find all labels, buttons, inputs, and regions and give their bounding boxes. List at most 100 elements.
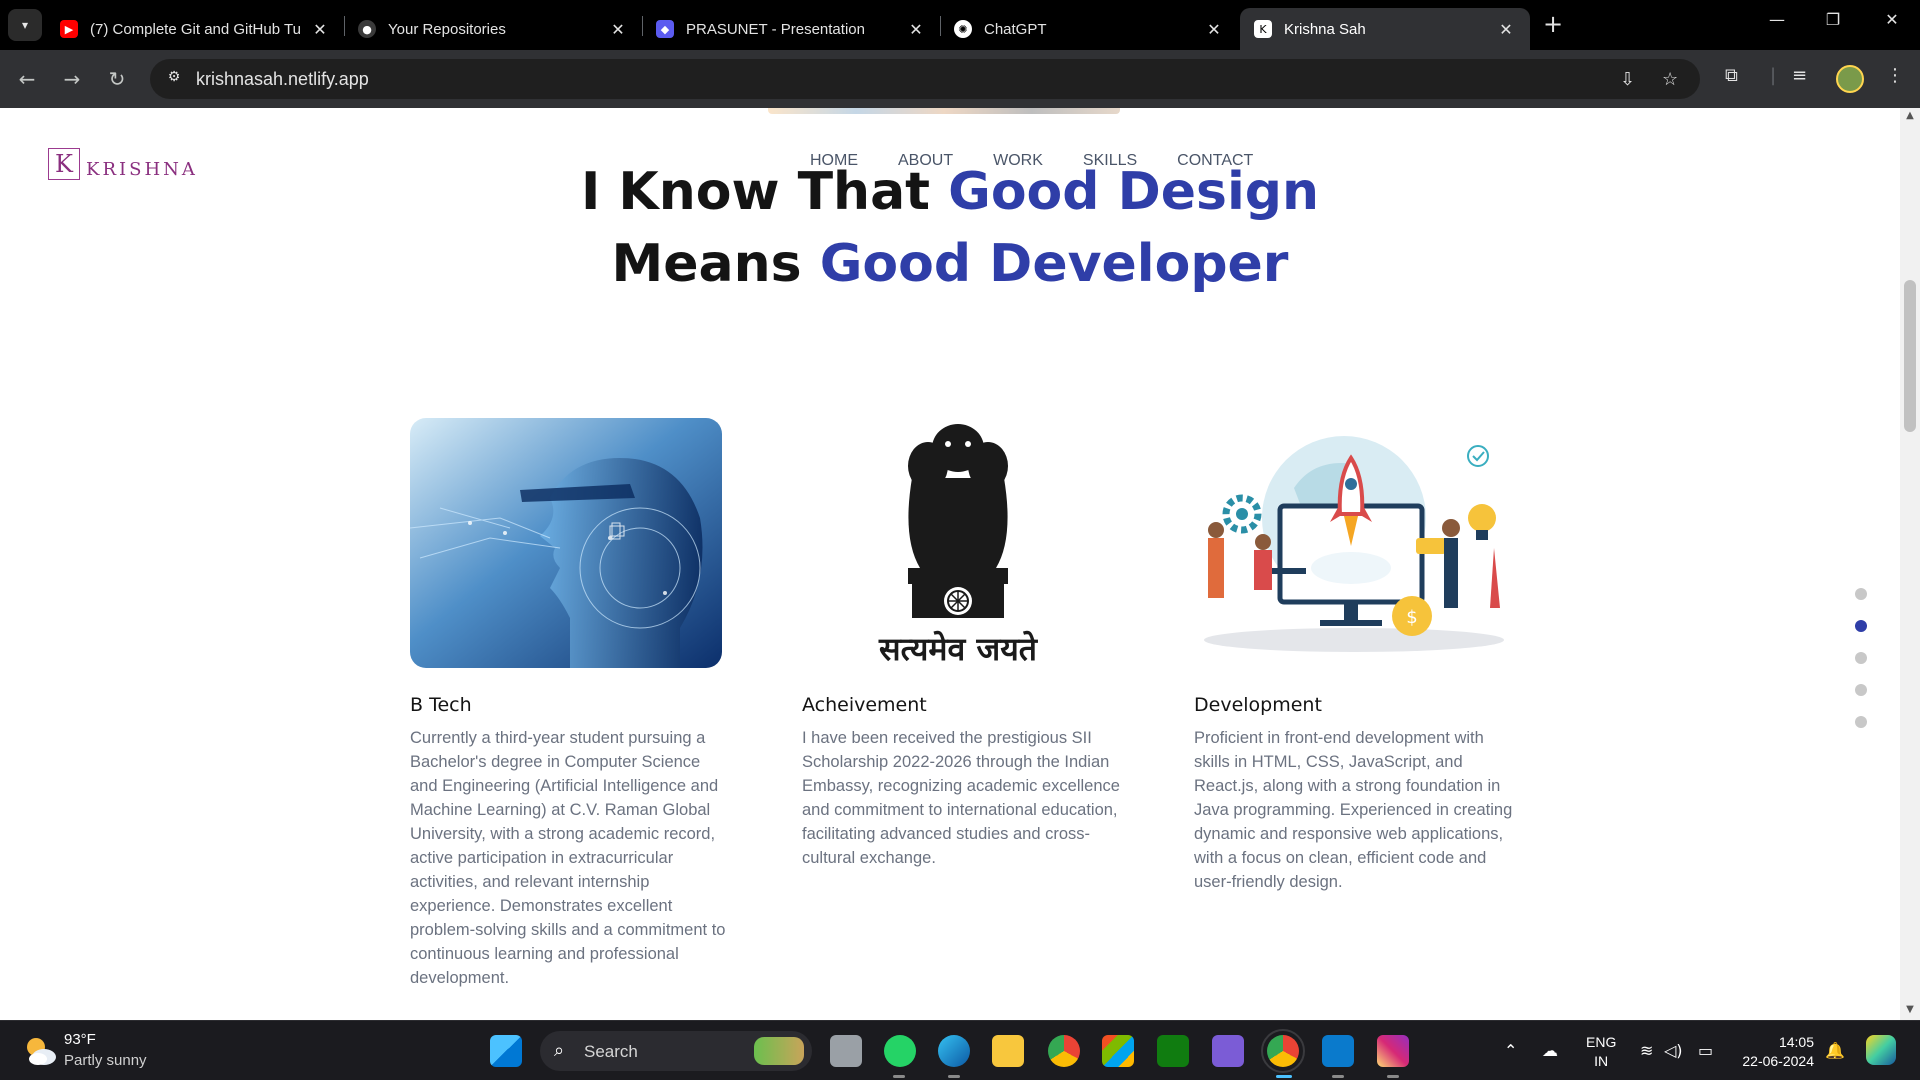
show-hidden-icons-chevron[interactable]: ⌃ [1504,1041,1517,1060]
notification-bell-icon[interactable]: 🔔 [1825,1041,1845,1060]
weather-description[interactable]: Partly sunny [64,1052,147,1069]
profile-avatar[interactable] [1836,65,1864,93]
back-button[interactable]: ← [12,64,42,94]
search-icon: ⌕ [554,1040,565,1061]
weather-temperature[interactable]: 93°F [64,1031,96,1048]
card-description: Proficient in front-end development with… [1194,729,1513,891]
restore-button[interactable]: ❐ [1813,10,1853,29]
extensions-icon[interactable]: ⧉ [1725,65,1738,86]
partly-sunny-icon[interactable] [22,1033,58,1069]
xbox-icon[interactable] [1157,1035,1189,1067]
install-app-icon[interactable]: ⇩ [1620,69,1635,90]
card-description: Currently a third-year student pursuing … [410,729,726,987]
menu-kebab-icon[interactable]: ⋮ [1886,65,1904,86]
url-text[interactable]: krishnasah.netlify.app [196,69,369,90]
krishna-k-icon: K [1254,20,1272,38]
tab-youtube[interactable]: ▶ (7) Complete Git and GitHub Tu ✕ [46,8,344,50]
webpage: K KRISHNA HOME ABOUT WORK SKILLS CONTACT… [0,108,1900,1020]
language-indicator[interactable]: ENG IN [1586,1033,1616,1071]
browser-tab-strip: ▾ ▶ (7) Complete Git and GitHub Tu ✕ ● Y… [0,0,1920,50]
minimize-button[interactable]: — [1757,10,1797,29]
close-icon[interactable]: ✕ [608,20,628,39]
teams-icon[interactable] [1212,1035,1244,1067]
tab-krishna-sah[interactable]: K Krishna Sah ✕ [1240,8,1530,50]
microsoft-store-icon[interactable] [1102,1035,1134,1067]
scroll-thumb[interactable] [1904,280,1916,432]
search-highlight-icon [754,1037,804,1065]
toolbar-divider: | [1770,65,1777,86]
address-bar[interactable]: ⚙ krishnasah.netlify.app ⇩ ☆ [150,59,1700,99]
tab-chatgpt[interactable]: ✺ ChatGPT ✕ [940,8,1238,50]
section-dot[interactable] [1855,716,1867,728]
bookmark-star-icon[interactable]: ☆ [1662,69,1678,90]
new-tab-button[interactable]: + [1543,11,1563,37]
close-icon[interactable]: ✕ [1496,20,1516,39]
card-title: B Tech [410,694,472,716]
copilot-icon[interactable] [1866,1035,1896,1065]
tab-title: (7) Complete Git and GitHub Tu [90,20,301,38]
edge-icon[interactable] [938,1035,970,1067]
card-development: $ Development Proficient in front-end de… [1194,418,1514,894]
region-code: IN [1594,1053,1609,1069]
tab-title: ChatGPT [984,20,1047,38]
scroll-down-arrow[interactable]: ▼ [1904,1004,1916,1015]
forward-button[interactable]: → [57,64,87,94]
hero-line2-plain: Means [611,234,820,294]
media-control-icon[interactable]: ≡ [1792,65,1807,86]
page-scrollbar[interactable]: ▲ ▼ [1900,108,1920,1020]
running-indicator [1387,1075,1399,1078]
development-illustration: $ [1194,418,1506,668]
tab-prasunet[interactable]: ◆ PRASUNET - Presentation ✕ [642,8,940,50]
previous-section-image-edge [768,108,1120,114]
hero-heading: I Know That Good Design Means Good Devel… [0,156,1900,300]
reload-button[interactable]: ↻ [102,64,132,94]
tab-github[interactable]: ● Your Repositories ✕ [344,8,642,50]
volume-icon[interactable]: ◁) [1664,1041,1683,1060]
section-dot[interactable] [1855,652,1867,664]
emblem-motto: सत्यमेव जयते [878,630,1039,668]
prasunet-icon: ◆ [656,20,674,38]
wifi-icon[interactable]: ≋ [1640,1041,1653,1060]
task-view-icon[interactable] [830,1035,862,1067]
svg-text:$: $ [1406,607,1417,628]
windows-start-icon[interactable] [490,1035,522,1067]
file-explorer-icon[interactable] [992,1035,1024,1067]
section-dot[interactable] [1855,588,1867,600]
hero-line1-accent: Good Design [948,162,1320,222]
active-app-indicator [1276,1075,1292,1078]
window-close-button[interactable]: ✕ [1872,10,1912,29]
chrome-icon[interactable] [1048,1035,1080,1067]
tab-title: PRASUNET - Presentation [686,20,865,38]
hero-line1-plain: I Know That [580,162,949,222]
language-code: ENG [1586,1034,1617,1050]
instagram-icon[interactable] [1377,1035,1409,1067]
scroll-up-arrow[interactable]: ▲ [1904,110,1916,121]
taskbar-search[interactable]: ⌕ Search [540,1031,812,1071]
chrome-profile-icon[interactable] [1261,1029,1305,1073]
tab-title: Krishna Sah [1284,20,1366,38]
system-clock[interactable]: 14:05 22-06-2024 [1718,1033,1814,1071]
section-dot[interactable] [1855,684,1867,696]
close-icon[interactable]: ✕ [906,20,926,39]
battery-icon[interactable]: ▭ [1698,1041,1713,1060]
section-dot-active[interactable] [1855,620,1867,632]
clock-date: 22-06-2024 [1742,1053,1814,1069]
site-info-icon[interactable]: ⚙ [164,69,184,89]
github-icon: ● [358,20,376,38]
running-indicator [893,1075,905,1078]
card-btech: B Tech Currently a third-year student pu… [410,418,730,990]
ai-head-image [410,418,722,668]
running-indicator [1332,1075,1344,1078]
national-emblem-image: सत्यमेव जयते [802,418,1114,668]
close-icon[interactable]: ✕ [1204,20,1224,39]
vscode-icon[interactable] [1322,1035,1354,1067]
whatsapp-icon[interactable] [884,1035,916,1067]
card-achievement: सत्यमेव जयते Acheivement I have been rec… [802,418,1122,870]
running-indicator [948,1075,960,1078]
hero-line2-accent: Good Developer [819,234,1289,294]
chatgpt-icon: ✺ [954,20,972,38]
clock-time: 14:05 [1778,1034,1814,1050]
tab-search-button[interactable]: ▾ [8,9,42,41]
close-icon[interactable]: ✕ [310,20,330,39]
onedrive-cloud-icon[interactable]: ☁ [1542,1041,1558,1060]
